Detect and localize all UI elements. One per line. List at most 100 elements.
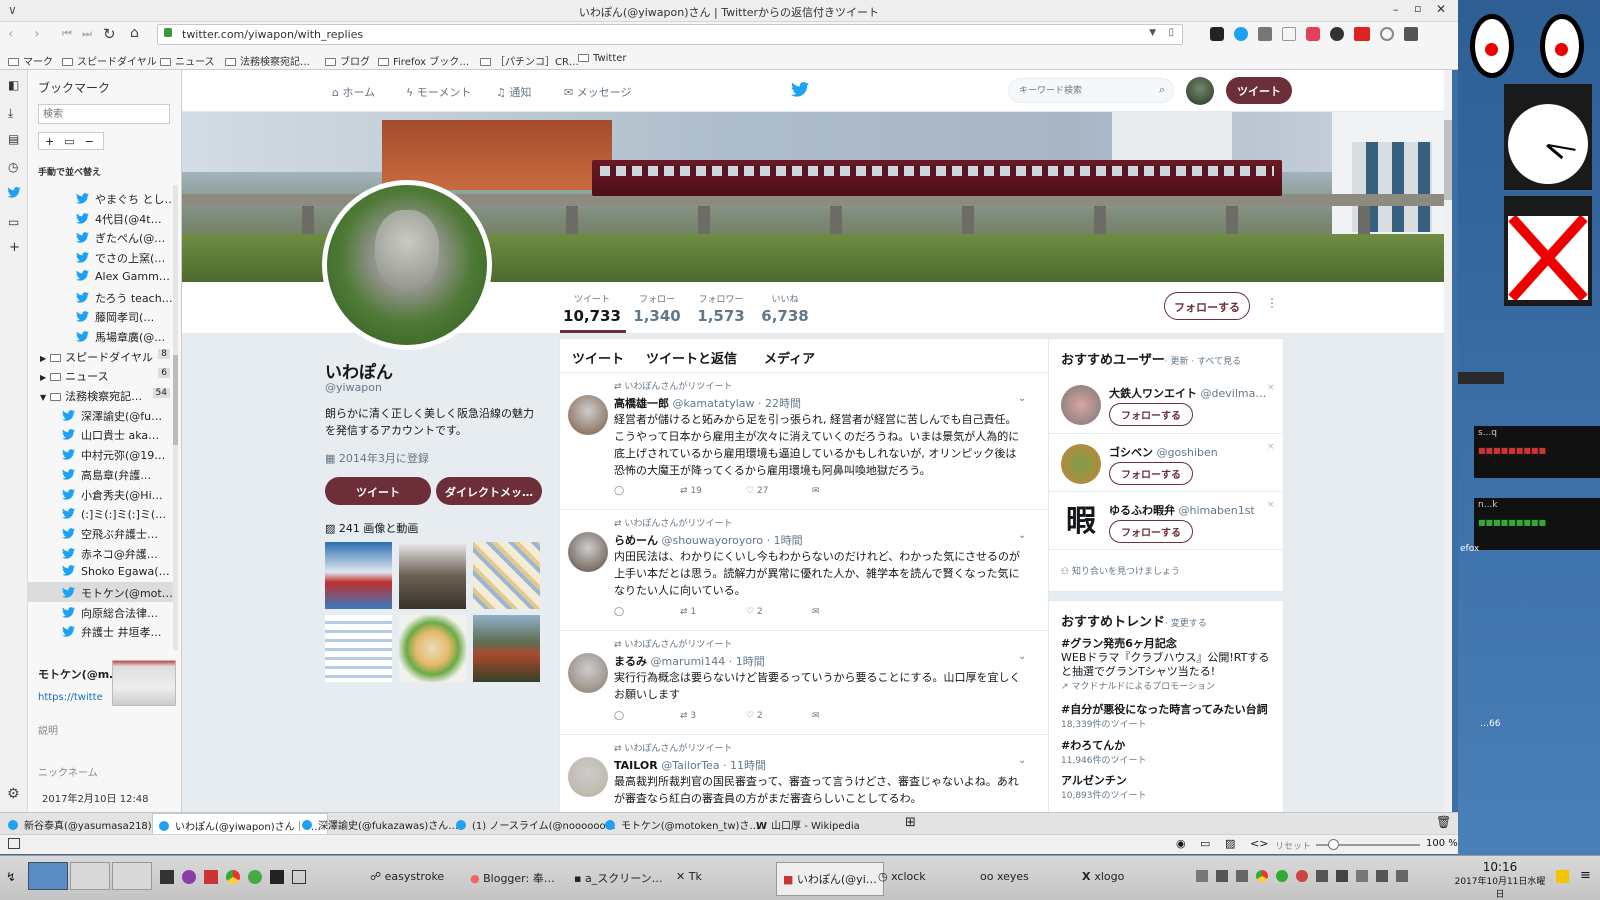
- chrome-icon[interactable]: [1256, 870, 1268, 882]
- volume-icon[interactable]: [1376, 870, 1388, 882]
- twitter-bird-icon[interactable]: [791, 82, 809, 97]
- add-panel-icon[interactable]: +: [9, 240, 20, 255]
- trend-item[interactable]: #自分が悪役になった時言ってみたい台詞 18,339件のツイート: [1061, 701, 1268, 730]
- workspace-3[interactable]: [112, 862, 152, 890]
- trend-item[interactable]: アルゼンチン 10,893件のツイート: [1061, 772, 1147, 801]
- bookmark-item[interactable]: ブログ: [325, 53, 370, 68]
- camera-icon[interactable]: ◉: [1176, 837, 1186, 850]
- workspace-1[interactable]: [28, 862, 68, 890]
- more-options-icon[interactable]: ⋮: [1266, 296, 1278, 310]
- remove-bookmark-icon[interactable]: −: [85, 135, 94, 148]
- tab-tweets-replies[interactable]: ツイートと返信: [646, 348, 737, 367]
- bookmark-item[interactable]: 弁護士 井垣孝…: [28, 621, 178, 641]
- image-toggle-icon[interactable]: ▨: [1225, 837, 1235, 850]
- app-icon[interactable]: [182, 870, 196, 884]
- tray-icon[interactable]: [1396, 870, 1408, 882]
- dismiss-icon[interactable]: ×: [1267, 500, 1275, 510]
- bookmark-item[interactable]: 向原総合法律…: [28, 602, 178, 622]
- tweet-author[interactable]: TAILOR @TailorTea · 11時間: [614, 757, 766, 773]
- bookmark-item[interactable]: 深澤諭史(@fu…: [28, 405, 178, 425]
- media-thumb[interactable]: [325, 542, 392, 609]
- vivaldi-icon[interactable]: [204, 870, 218, 884]
- message-icon[interactable]: ✉: [812, 607, 820, 617]
- bookmark-item[interactable]: (:]ミ(:]ミ(:]ミ(…: [28, 503, 178, 523]
- first-icon[interactable]: ⏮: [62, 27, 72, 41]
- tab[interactable]: 深澤諭史(@fukazawas)さん…: [302, 817, 458, 832]
- bookmarks-panel-icon[interactable]: ◧: [8, 78, 19, 92]
- user-avatar[interactable]: [1061, 444, 1101, 484]
- bookmark-search-input[interactable]: [38, 104, 170, 124]
- follow-user-button[interactable]: フォローする: [1109, 462, 1193, 485]
- taskbar-item[interactable]: ✕ Tk: [676, 870, 702, 883]
- bookmark-item[interactable]: モトケン(@mot…: [28, 582, 178, 602]
- retweet-action[interactable]: ⇄ 3: [680, 711, 696, 721]
- minimized-window[interactable]: [1458, 372, 1504, 384]
- start-menu-icon[interactable]: ↯: [6, 870, 16, 884]
- twitter-search[interactable]: ⌕: [1008, 78, 1174, 103]
- page-scrollbar[interactable]: [1444, 70, 1452, 832]
- tray-icon[interactable]: [1356, 870, 1368, 882]
- bookmark-item[interactable]: ニュース: [160, 53, 215, 68]
- media-thumb[interactable]: [325, 615, 392, 682]
- taskbar-item[interactable]: ◷ xclock: [878, 870, 926, 883]
- media-count[interactable]: ▨ 241 画像と動画: [325, 520, 418, 536]
- tab[interactable]: 新谷泰真(@yasumasa218)…: [8, 817, 162, 832]
- bookmark-item[interactable]: 藤岡孝司(…: [28, 306, 178, 326]
- bookmark-item[interactable]: Firefox ブック…: [378, 53, 469, 68]
- like-action[interactable]: ♡ 2: [746, 607, 763, 617]
- code-icon[interactable]: <>: [1250, 837, 1268, 850]
- bookmark-item[interactable]: 馬場章廣(@…: [28, 326, 178, 346]
- notification-icon[interactable]: [1556, 870, 1569, 883]
- trend-item[interactable]: #グラン発売6ヶ月記念 WEBドラマ『クラブハウス』公開!RTすると抽選でグラン…: [1061, 635, 1273, 692]
- last-icon[interactable]: ⏭: [82, 27, 92, 41]
- tweet-author[interactable]: らめーん @shouwayoroyoro · 1時間: [614, 532, 803, 548]
- twitter-search-input[interactable]: [1009, 79, 1139, 102]
- nav-home[interactable]: ⌂ ホーム: [332, 84, 375, 100]
- message-icon[interactable]: ✉: [812, 711, 820, 721]
- zoom-slider[interactable]: [1316, 839, 1420, 850]
- bookmark-item[interactable]: 赤ネコ@弁護…: [28, 543, 178, 563]
- nav-moments[interactable]: ϟ モーメント: [406, 84, 471, 100]
- new-tab-button[interactable]: ⊞: [905, 815, 916, 830]
- taskbar-item[interactable]: oo xeyes: [980, 870, 1029, 883]
- pocket-icon[interactable]: [1306, 27, 1320, 41]
- settings-icon[interactable]: [1380, 27, 1394, 41]
- tweet-avatar[interactable]: [568, 653, 608, 693]
- tray-icon[interactable]: [1276, 870, 1288, 882]
- retweet-action[interactable]: ⇄ 1: [680, 607, 696, 617]
- retweet-action[interactable]: ⇄ 19: [680, 486, 702, 496]
- tray-icon[interactable]: [1216, 870, 1228, 882]
- tab-media[interactable]: メディア: [764, 348, 815, 367]
- dismiss-icon[interactable]: ×: [1267, 442, 1275, 452]
- tweet-author[interactable]: まるみ @marumi144 · 1時間: [614, 653, 765, 669]
- tweet-author[interactable]: 高橋雄一郎 @kamatatylaw · 22時間: [614, 395, 801, 411]
- detail-url[interactable]: https://twitte: [38, 692, 103, 703]
- forward-icon[interactable]: ›: [34, 26, 40, 42]
- maximize-icon[interactable]: ▫: [1414, 2, 1421, 15]
- workspace-2[interactable]: [70, 862, 110, 890]
- message-icon[interactable]: ✉: [812, 486, 820, 496]
- settings-gear-icon[interactable]: ⚙: [7, 786, 20, 802]
- user-avatar[interactable]: [1061, 385, 1101, 425]
- mail-badge-icon[interactable]: [1354, 27, 1370, 41]
- bookmark-item[interactable]: ［パチンコ］CR…: [480, 53, 579, 68]
- xlogo-window[interactable]: [1504, 196, 1592, 306]
- terminal-window[interactable]: n...k ■■■■■■■■■: [1474, 498, 1600, 550]
- bookmark-item[interactable]: 高島章(弁護…: [28, 464, 178, 484]
- user-name[interactable]: ゴシベン: [1109, 446, 1153, 459]
- suggested-user[interactable]: ゴシベン @goshiben × フォローする: [1049, 433, 1283, 491]
- bookmark-item[interactable]: ぎたぺん(@…: [28, 227, 178, 247]
- tweet-compose-button[interactable]: ツイート: [1226, 77, 1292, 104]
- stat-tweets[interactable]: ツイート 10,733: [562, 292, 622, 325]
- tweet[interactable]: ⇄ いわぽんさんがリツイート ⌄ らめーん @shouwayoroyoro · 1時…: [560, 510, 1048, 631]
- profile-avatar[interactable]: [322, 180, 492, 350]
- trend-item[interactable]: #わろてんか 11,946件のツイート: [1061, 737, 1147, 766]
- find-friends[interactable]: ⚇ 知り合いを見つけましょう: [1061, 564, 1180, 577]
- media-thumb[interactable]: [399, 615, 466, 682]
- downloads-panel-icon[interactable]: ⤓: [8, 106, 13, 121]
- reply-icon[interactable]: ◯: [614, 486, 624, 496]
- taskbar-item[interactable]: ▪ a_スクリーン…: [574, 870, 663, 886]
- battery-icon[interactable]: [1336, 870, 1348, 882]
- extension-icon[interactable]: [1210, 27, 1224, 41]
- user-avatar[interactable]: 暇: [1061, 502, 1101, 542]
